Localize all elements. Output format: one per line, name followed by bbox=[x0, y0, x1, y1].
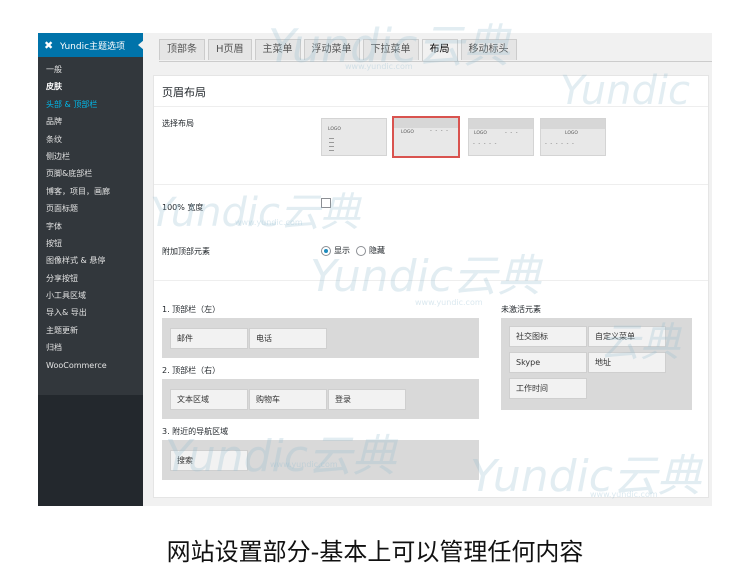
sidebar-item[interactable]: WooCommerce bbox=[38, 357, 143, 374]
layout-logo-text: LOGO bbox=[565, 131, 578, 136]
inactive-elements-label: 未激活元素 bbox=[501, 305, 541, 314]
zone-top-right[interactable]: 文本区域 购物车 登录 bbox=[162, 379, 479, 419]
sidebar-item[interactable]: 导入& 导出 bbox=[38, 304, 143, 321]
section-divider bbox=[154, 280, 708, 281]
inactive-item-social-icons[interactable]: 社交图标 bbox=[509, 326, 587, 347]
layout-menu-dashes: - - - - bbox=[430, 128, 449, 134]
zone-item-text-area[interactable]: 文本区域 bbox=[170, 389, 248, 410]
wrench-icon: ✖ bbox=[44, 38, 54, 52]
sidebar-item[interactable]: 头部 & 顶部栏 bbox=[38, 96, 143, 113]
tab-3[interactable]: 浮动菜单 bbox=[303, 39, 360, 60]
zone-top-left[interactable]: 邮件 电话 bbox=[162, 318, 479, 358]
full-width-label: 100% 宽度 bbox=[162, 203, 204, 212]
layout-bar bbox=[541, 119, 605, 129]
radio-hide[interactable] bbox=[356, 245, 366, 256]
tab-0[interactable]: 顶部条 bbox=[159, 39, 205, 60]
sidebar-header[interactable]: ✖ Yundic主题选项 bbox=[38, 33, 144, 57]
layout-logo-text: LOGO bbox=[401, 130, 414, 135]
zone-top-right-label: 2. 顶部栏（右） bbox=[162, 366, 221, 375]
sidebar-item[interactable]: 页脚&底部栏 bbox=[38, 165, 143, 182]
zone-nav[interactable]: 搜索 bbox=[162, 440, 479, 480]
zone-nav-label: 3. 附近的导航区域 bbox=[162, 427, 229, 436]
tab-1[interactable]: H页眉 bbox=[208, 39, 252, 60]
vertical-menu-lines-icon bbox=[329, 135, 337, 154]
layout-option-split[interactable]: LOGO - - - - - - bbox=[540, 118, 606, 156]
zone-inactive[interactable]: 社交图标 自定义菜单 Skype 地址 工作时间 bbox=[501, 318, 692, 410]
sidebar-menu-list: 一般 皮肤 头部 & 顶部栏 品牌 条纹 侧边栏 页脚&底部栏 博客，项目，画廊 页面标题 字体按… bbox=[38, 57, 143, 374]
zone-top-left-label: 1. 顶部栏（左） bbox=[162, 305, 221, 314]
radio-show-label: 显示 bbox=[334, 246, 350, 255]
sidebar-item[interactable]: 侧边栏 bbox=[38, 148, 143, 165]
tab-2[interactable]: 主菜单 bbox=[254, 39, 301, 60]
sidebar-item[interactable]: 皮肤 bbox=[38, 78, 143, 95]
layout-menu-dashes: - - - - - bbox=[473, 141, 498, 147]
panel-title: 页眉布局 bbox=[162, 86, 206, 99]
layout-option-centered[interactable]: LOGO - - - - - - - - bbox=[468, 118, 534, 156]
layout-logo-text: LOGO bbox=[474, 131, 487, 136]
extra-top-radio-group: 显示 隐藏 bbox=[321, 245, 391, 256]
select-layout-label: 选择布局 bbox=[162, 119, 194, 128]
sidebar-item[interactable]: 按钮 bbox=[38, 235, 143, 252]
sidebar-item[interactable]: 归档 bbox=[38, 339, 143, 356]
sidebar-item[interactable]: 一般 bbox=[38, 61, 143, 78]
zone-item-phone[interactable]: 电话 bbox=[249, 328, 327, 349]
zone-item-login[interactable]: 登录 bbox=[328, 389, 406, 410]
zone-item-search[interactable]: 搜索 bbox=[170, 450, 248, 471]
sidebar-item[interactable]: 图像样式 & 悬停 bbox=[38, 252, 143, 269]
extra-top-elements-label: 附加顶部元素 bbox=[162, 247, 210, 256]
sidebar-submenu: 一般 皮肤 头部 & 顶部栏 品牌 条纹 侧边栏 页脚&底部栏 博客，项目，画廊 页面标题 字体按… bbox=[38, 57, 143, 395]
sidebar-item[interactable]: 条纹 bbox=[38, 131, 143, 148]
admin-window: ✖ Yundic主题选项 一般 皮肤 头部 & 顶部栏 品牌 条纹 侧边栏 页脚&底部栏 博客… bbox=[38, 33, 712, 506]
layout-menu-dashes: - - - bbox=[505, 130, 519, 136]
tab-5[interactable]: 布局 bbox=[421, 39, 458, 61]
tab-6[interactable]: 移动标头 bbox=[460, 39, 517, 60]
layout-bar bbox=[394, 118, 458, 128]
tab-4[interactable]: 下拉菜单 bbox=[362, 39, 419, 60]
inactive-item-skype[interactable]: Skype bbox=[509, 352, 587, 373]
layout-logo-text: LOGO bbox=[328, 127, 341, 132]
sidebar-item[interactable]: 页面标题 bbox=[38, 200, 143, 217]
main-content: 顶部条 H页眉 主菜单 浮动菜单 下拉菜单 布局 移动标头 页眉布局 选择布局 LOGO L… bbox=[143, 33, 712, 506]
layout-menu-dashes: - - - - - - bbox=[545, 141, 575, 147]
layout-bar bbox=[469, 119, 533, 129]
inactive-item-working-hours[interactable]: 工作时间 bbox=[509, 378, 587, 399]
figure-caption: 网站设置部分-基本上可以管理任何内容 bbox=[166, 538, 584, 566]
layout-option-classic-selected[interactable]: LOGO - - - - bbox=[392, 116, 460, 158]
zone-item-email[interactable]: 邮件 bbox=[170, 328, 248, 349]
radio-show[interactable] bbox=[321, 245, 331, 256]
sidebar-item[interactable]: 品牌 bbox=[38, 113, 143, 130]
theme-options-sidebar: ✖ Yundic主题选项 一般 皮肤 头部 & 顶部栏 品牌 条纹 侧边栏 页脚&底部栏 博客… bbox=[38, 33, 144, 506]
sidebar-item[interactable]: 字体 bbox=[38, 218, 143, 235]
sidebar-item[interactable]: 分享按钮 bbox=[38, 270, 143, 287]
panel-title-divider bbox=[154, 106, 708, 107]
tabs-underline bbox=[159, 61, 712, 62]
sidebar-item[interactable]: 博客，项目，画廊 bbox=[38, 183, 143, 200]
layout-option-vertical[interactable]: LOGO bbox=[321, 118, 387, 156]
zone-item-cart[interactable]: 购物车 bbox=[249, 389, 327, 410]
header-layout-panel: 页眉布局 选择布局 LOGO LOGO - - - - LOGO - - - -… bbox=[153, 75, 709, 498]
sidebar-item[interactable]: 小工具区域 bbox=[38, 287, 143, 304]
sidebar-item[interactable]: 主题更新 bbox=[38, 322, 143, 339]
sidebar-header-title: Yundic主题选项 bbox=[60, 41, 126, 52]
radio-hide-label: 隐藏 bbox=[369, 246, 385, 255]
inactive-item-custom-menu[interactable]: 自定义菜单 bbox=[588, 326, 666, 347]
inactive-item-address[interactable]: 地址 bbox=[588, 352, 666, 373]
full-width-checkbox[interactable] bbox=[321, 198, 331, 208]
settings-tabs: 顶部条 H页眉 主菜单 浮动菜单 下拉菜单 布局 移动标头 bbox=[159, 39, 520, 61]
section-divider bbox=[154, 184, 708, 185]
